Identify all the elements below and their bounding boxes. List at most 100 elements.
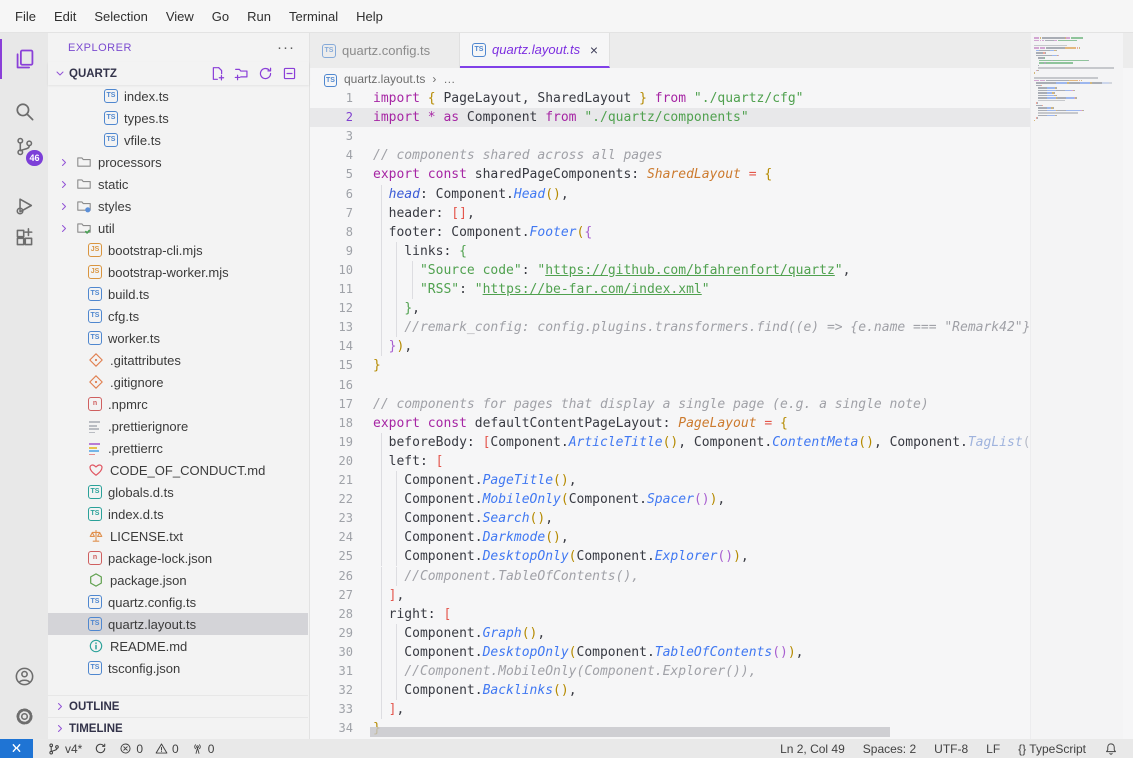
code-line-13[interactable]: //remark_config: config.plugins.transfor…	[373, 318, 1030, 337]
code-line-9[interactable]: links: {	[373, 242, 1030, 261]
status-radio-tower[interactable]: 0	[185, 742, 221, 756]
new-folder-icon[interactable]	[234, 66, 249, 81]
activity-search[interactable]	[0, 91, 48, 131]
tree-item--prettierrc[interactable]: .prettierrc	[48, 437, 308, 459]
tree-item-processors[interactable]: processors	[48, 151, 308, 173]
activity-explorer[interactable]	[0, 39, 48, 79]
tab-quartz.config.ts[interactable]: TSquartz.config.ts	[310, 33, 460, 68]
tree-item--npmrc[interactable]: n.npmrc	[48, 393, 308, 415]
refresh-icon[interactable]	[258, 66, 273, 81]
menu-edit[interactable]: Edit	[45, 0, 85, 33]
code-line-5[interactable]: export const sharedPageComponents: Share…	[373, 165, 1030, 184]
horizontal-scrollbar-thumb[interactable]	[370, 727, 890, 737]
tree-item-types-ts[interactable]: TStypes.ts	[48, 107, 308, 129]
tree-item-package-json[interactable]: package.json	[48, 569, 308, 591]
code-line-27[interactable]: ],	[373, 586, 1030, 605]
tree-item-tsconfig-json[interactable]: TStsconfig.json	[48, 657, 308, 679]
tree-item-bootstrap-cli-mjs[interactable]: JSbootstrap-cli.mjs	[48, 239, 308, 261]
code-line-33[interactable]: ],	[373, 700, 1030, 719]
code-line-8[interactable]: footer: Component.Footer({	[373, 223, 1030, 242]
tree-item-static[interactable]: static	[48, 173, 308, 195]
activity-source-control[interactable]: 46	[0, 126, 48, 166]
tab-quartz.layout.ts[interactable]: TSquartz.layout.ts ×	[460, 33, 610, 68]
tree-item--gitattributes[interactable]: .gitattributes	[48, 349, 308, 371]
code-line-18[interactable]: export const defaultContentPageLayout: P…	[373, 414, 1030, 433]
minimap[interactable]	[1030, 33, 1123, 739]
code-line-6[interactable]: head: Component.Head(),	[373, 185, 1030, 204]
code-line-32[interactable]: Component.Backlinks(),	[373, 681, 1030, 700]
code-line-4[interactable]: // components shared across all pages	[373, 146, 1030, 165]
code-line-19[interactable]: beforeBody: [Component.ArticleTitle(), C…	[373, 433, 1030, 452]
code-line-23[interactable]: Component.Search(),	[373, 509, 1030, 528]
tree-item-build-ts[interactable]: TSbuild.ts	[48, 283, 308, 305]
menu-go[interactable]: Go	[203, 0, 238, 33]
tree-item-package-lock-json[interactable]: npackage-lock.json	[48, 547, 308, 569]
remote-indicator[interactable]	[0, 739, 33, 758]
code-line-7[interactable]: header: [],	[373, 204, 1030, 223]
status-branch[interactable]: v4*	[41, 742, 88, 756]
code-line-31[interactable]: //Component.MobileOnly(Component.Explore…	[373, 662, 1030, 681]
status-warning[interactable]: 0	[149, 742, 185, 756]
tree-item--prettierignore[interactable]: .prettierignore	[48, 415, 308, 437]
code-line-20[interactable]: left: [	[373, 452, 1030, 471]
code-line-14[interactable]: }),	[373, 337, 1030, 356]
breadcrumb-more[interactable]: …	[443, 72, 455, 86]
code-line-28[interactable]: right: [	[373, 605, 1030, 624]
tree-item--gitignore[interactable]: .gitignore	[48, 371, 308, 393]
code-line-11[interactable]: "RSS": "https://be-far.com/index.xml"	[373, 280, 1030, 299]
breadcrumb[interactable]: TS quartz.layout.ts › …	[310, 68, 1133, 89]
tree-item-quartz-layout-ts[interactable]: TSquartz.layout.ts	[48, 613, 308, 635]
activity-account[interactable]	[0, 656, 48, 696]
collapse-all-icon[interactable]	[282, 66, 297, 81]
code-line-1[interactable]: import { PageLayout, SharedLayout } from…	[373, 89, 1030, 108]
tree-item-styles[interactable]: styles	[48, 195, 308, 217]
close-icon[interactable]: ×	[587, 42, 601, 58]
section-outline[interactable]: OUTLINE	[48, 695, 308, 717]
menu-help[interactable]: Help	[347, 0, 392, 33]
tree-item-globals-d-ts[interactable]: TSglobals.d.ts	[48, 481, 308, 503]
code-line-10[interactable]: "Source code": "https://github.com/bfahr…	[373, 261, 1030, 280]
status-lf[interactable]: LF	[981, 742, 1005, 756]
code-line-26[interactable]: //Component.TableOfContents(),	[373, 567, 1030, 586]
tree-item-cfg-ts[interactable]: TScfg.ts	[48, 305, 308, 327]
menu-selection[interactable]: Selection	[85, 0, 156, 33]
menu-file[interactable]: File	[6, 0, 45, 33]
activity-settings[interactable]	[0, 696, 48, 736]
code-line-24[interactable]: Component.Darkmode(),	[373, 528, 1030, 547]
sidebar-more-actions-icon[interactable]: ···	[277, 43, 295, 53]
menu-run[interactable]: Run	[238, 0, 280, 33]
tree-item-bootstrap-worker-mjs[interactable]: JSbootstrap-worker.mjs	[48, 261, 308, 283]
menu-terminal[interactable]: Terminal	[280, 0, 347, 33]
tree-item-vfile-ts[interactable]: TSvfile.ts	[48, 129, 308, 151]
code-line-22[interactable]: Component.MobileOnly(Component.Spacer())…	[373, 490, 1030, 509]
status--typescript[interactable]: {} TypeScript	[1013, 742, 1091, 756]
code-line-2[interactable]: import * as Component from "./quartz/com…	[373, 108, 1030, 127]
new-file-icon[interactable]	[210, 66, 225, 81]
code-line-16[interactable]	[373, 376, 1030, 395]
tree-item-license-txt[interactable]: LICENSE.txt	[48, 525, 308, 547]
code-line-21[interactable]: Component.PageTitle(),	[373, 471, 1030, 490]
code-line-12[interactable]: },	[373, 299, 1030, 318]
code-line-30[interactable]: Component.DesktopOnly(Component.TableOfC…	[373, 643, 1030, 662]
tree-item-readme-md[interactable]: README.md	[48, 635, 308, 657]
status-utf-8[interactable]: UTF-8	[929, 742, 973, 756]
status-spaces-2[interactable]: Spaces: 2	[858, 742, 921, 756]
status-sync[interactable]	[88, 742, 113, 755]
code-line-29[interactable]: Component.Graph(),	[373, 624, 1030, 643]
tree-item-quartz-config-ts[interactable]: TSquartz.config.ts	[48, 591, 308, 613]
code-editor[interactable]: 1import { PageLayout, SharedLayout } fro…	[310, 89, 1133, 739]
code-line-3[interactable]	[373, 127, 1030, 146]
folder-section-header[interactable]: QUARTZ	[48, 62, 309, 85]
status-error[interactable]: 0	[113, 742, 149, 756]
tree-item-index-ts[interactable]: TSindex.ts	[48, 85, 308, 107]
menu-view[interactable]: View	[157, 0, 203, 33]
tree-item-index-d-ts[interactable]: TSindex.d.ts	[48, 503, 308, 525]
status-ln-2-col-49[interactable]: Ln 2, Col 49	[775, 742, 850, 756]
activity-extensions[interactable]	[0, 217, 48, 257]
code-line-15[interactable]: }	[373, 356, 1030, 375]
section-timeline[interactable]: TIMELINE	[48, 717, 308, 739]
breadcrumb-file[interactable]: quartz.layout.ts	[344, 72, 425, 86]
code-line-17[interactable]: // components for pages that display a s…	[373, 395, 1030, 414]
tree-item-util[interactable]: util	[48, 217, 308, 239]
tree-item-worker-ts[interactable]: TSworker.ts	[48, 327, 308, 349]
